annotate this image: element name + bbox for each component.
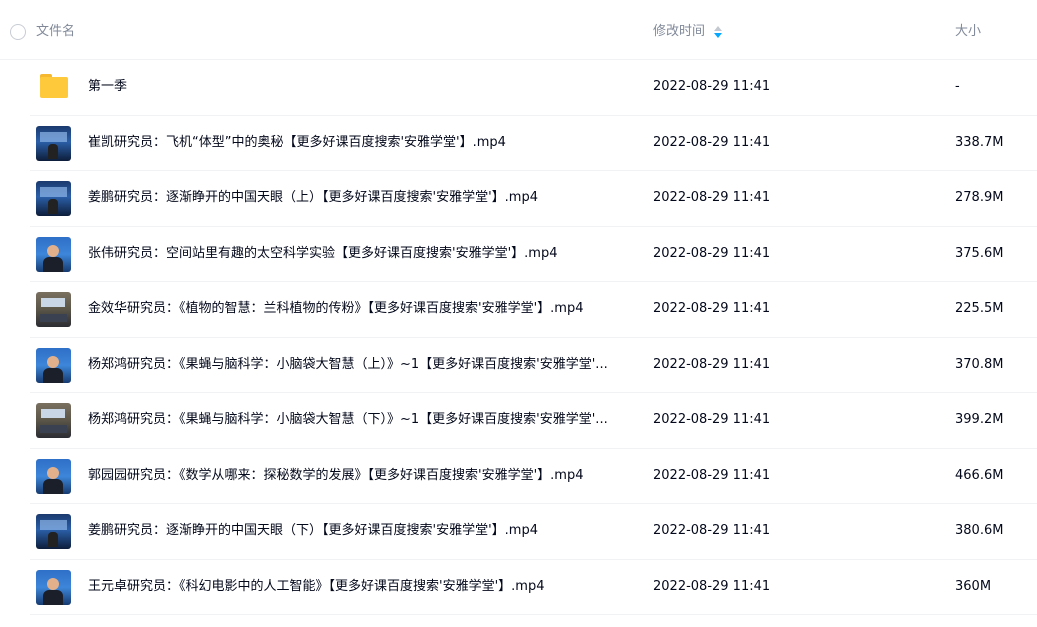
file-row[interactable]: 第一季 2022-08-29 11:41 -: [30, 60, 1037, 116]
file-row[interactable]: 王元卓研究员：《科幻电影中的人工智能》【更多好课百度搜索'安雅学堂'】.mp4 2…: [30, 560, 1037, 615]
file-name[interactable]: 王元卓研究员：《科幻电影中的人工智能》【更多好课百度搜索'安雅学堂'】.mp4: [88, 578, 544, 596]
file-size: 360M: [955, 578, 992, 594]
file-size: 399.2M: [955, 412, 1004, 427]
file-modified-time: 2022-08-29 11:41: [653, 356, 771, 372]
file-modified-time: 2022-08-29 11:41: [653, 301, 771, 316]
file-list-header: 文件名 修改时间 大小: [0, 0, 1037, 60]
video-thumbnail: [36, 347, 71, 383]
column-header-time[interactable]: 修改时间: [653, 23, 723, 41]
file-row[interactable]: 崔凯研究员：飞机“体型”中的奥秘【更多好课百度搜索'安雅学堂'】.mp4 2022…: [30, 116, 1037, 171]
file-modified-time: 2022-08-29 11:41: [653, 134, 771, 150]
video-thumbnail: [36, 125, 71, 161]
file-row[interactable]: 郭园园研究员：《数学从哪来：探秘数学的发展》【更多好课百度搜索'安雅学堂'】.m…: [30, 449, 1037, 504]
file-row[interactable]: 杨郑鸿研究员：《果蝇与脑科学：小脑袋大智慧（上）》~1【更多好课百度搜索'安雅学…: [30, 338, 1037, 393]
file-row[interactable]: 金效华研究员：《植物的智慧：兰科植物的传粉》【更多好课百度搜索'安雅学堂'】.m…: [30, 282, 1037, 338]
video-thumbnail: [36, 514, 71, 549]
file-modified-time: 2022-08-29 11:41: [653, 190, 771, 205]
folder-icon: [40, 74, 68, 98]
file-row[interactable]: 杨郑鸿研究员：《果蝇与脑科学：小脑袋大智慧（下）》~1【更多好课百度搜索'安雅学…: [30, 393, 1037, 449]
column-header-time-label: 修改时间: [653, 24, 706, 39]
file-name[interactable]: 杨郑鸿研究员：《果蝇与脑科学：小脑袋大智慧（上）》~1【更多好课百度搜索'安雅学…: [88, 356, 608, 374]
file-size: -: [955, 79, 960, 94]
file-name[interactable]: 杨郑鸿研究员：《果蝇与脑科学：小脑袋大智慧（下）》~1【更多好课百度搜索'安雅学…: [88, 411, 608, 429]
file-size: 278.9M: [955, 190, 1004, 205]
file-modified-time: 2022-08-29 11:41: [653, 523, 771, 538]
file-name[interactable]: 第一季: [88, 78, 127, 96]
file-modified-time: 2022-08-29 11:41: [653, 467, 771, 483]
file-name[interactable]: 姜鹏研究员：逐渐睁开的中国天眼（上）【更多好课百度搜索'安雅学堂'】.mp4: [88, 189, 538, 207]
video-thumbnail: [36, 458, 71, 494]
video-thumbnail: [36, 181, 71, 216]
file-size: 466.6M: [955, 467, 1004, 483]
sort-desc-icon[interactable]: [714, 26, 723, 38]
file-modified-time: 2022-08-29 11:41: [653, 79, 771, 94]
file-row[interactable]: 张伟研究员：空间站里有趣的太空科学实验【更多好课百度搜索'安雅学堂'】.mp4 2…: [30, 227, 1037, 282]
file-size: 370.8M: [955, 356, 1004, 372]
file-size: 375.6M: [955, 245, 1004, 261]
select-all-checkbox[interactable]: [10, 24, 26, 40]
column-header-size[interactable]: 大小: [955, 23, 981, 41]
file-size: 225.5M: [955, 301, 1004, 316]
file-name[interactable]: 张伟研究员：空间站里有趣的太空科学实验【更多好课百度搜索'安雅学堂'】.mp4: [88, 245, 557, 263]
file-row[interactable]: 姜鹏研究员：逐渐睁开的中国天眼（下）【更多好课百度搜索'安雅学堂'】.mp4 20…: [30, 504, 1037, 560]
video-thumbnail: [36, 403, 71, 438]
file-size: 380.6M: [955, 523, 1004, 538]
video-thumbnail: [36, 569, 71, 605]
file-modified-time: 2022-08-29 11:41: [653, 412, 771, 427]
file-name[interactable]: 崔凯研究员：飞机“体型”中的奥秘【更多好课百度搜索'安雅学堂'】.mp4: [88, 134, 506, 152]
file-modified-time: 2022-08-29 11:41: [653, 578, 771, 594]
file-row[interactable]: 姜鹏研究员：逐渐睁开的中国天眼（上）【更多好课百度搜索'安雅学堂'】.mp4 20…: [30, 171, 1037, 227]
file-name[interactable]: 郭园园研究员：《数学从哪来：探秘数学的发展》【更多好课百度搜索'安雅学堂'】.m…: [88, 467, 583, 485]
file-size: 338.7M: [955, 134, 1004, 150]
file-name[interactable]: 姜鹏研究员：逐渐睁开的中国天眼（下）【更多好课百度搜索'安雅学堂'】.mp4: [88, 522, 538, 540]
file-list: 第一季 2022-08-29 11:41 - 崔凯研究员：飞机“体型”中的奥秘【更多好…: [0, 60, 1037, 615]
video-thumbnail: [36, 292, 71, 327]
column-header-name[interactable]: 文件名: [36, 23, 75, 41]
video-thumbnail: [36, 236, 71, 272]
file-name[interactable]: 金效华研究员：《植物的智慧：兰科植物的传粉》【更多好课百度搜索'安雅学堂'】.m…: [88, 300, 583, 318]
file-modified-time: 2022-08-29 11:41: [653, 245, 771, 261]
